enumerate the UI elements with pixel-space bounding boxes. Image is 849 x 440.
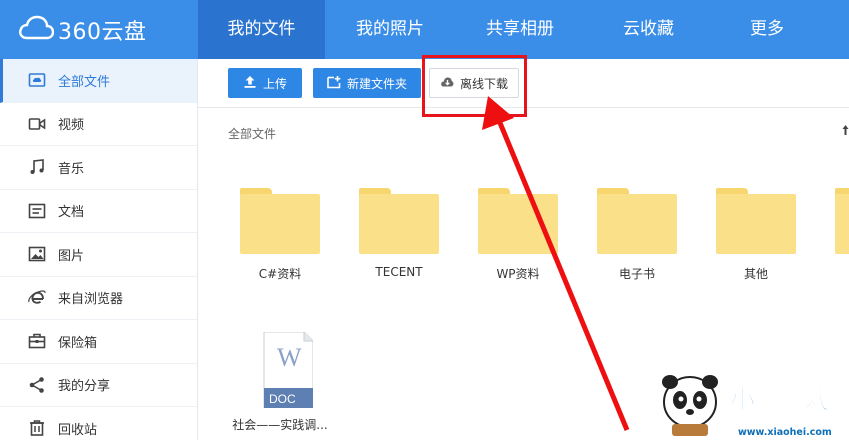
- document-item[interactable]: W DOC 社会——实践调...: [230, 331, 330, 433]
- nav-tab-shared-albums[interactable]: 共享相册: [455, 0, 585, 59]
- word-document-icon: W DOC: [247, 331, 314, 409]
- sidebar-item-my-shares[interactable]: 我的分享: [0, 364, 197, 407]
- cloud-logo-icon: [18, 15, 55, 45]
- new-folder-button[interactable]: 新建文件夹: [313, 68, 421, 98]
- sidebar-item-label: 全部文件: [58, 74, 111, 90]
- sidebar-item-all-files[interactable]: 全部文件: [0, 59, 197, 103]
- nav-tab-my-photos[interactable]: 我的照片: [325, 0, 455, 59]
- folder-icon: [835, 188, 849, 254]
- browser-icon: [27, 288, 47, 308]
- upload-button[interactable]: 上传: [228, 68, 302, 98]
- watermark-logo: 小黑游戏 www.xiaohei.com: [650, 372, 849, 440]
- sidebar-item-label: 来自浏览器: [58, 292, 124, 308]
- top-bar: 360云盘 我的文件 我的照片 共享相册 云收藏 更多: [0, 0, 849, 59]
- sidebar-item-images[interactable]: 图片: [0, 233, 197, 277]
- watermark-brand-text: 小黑游戏: [730, 385, 830, 414]
- sidebar-item-recycle-bin[interactable]: 回收站: [0, 407, 197, 440]
- cloud-drive-icon: [27, 70, 47, 90]
- new-folder-button-label: 新建文件夹: [346, 76, 407, 91]
- sidebar-item-label: 文档: [58, 205, 85, 221]
- document-name: 社会——实践调...: [232, 418, 328, 432]
- upload-button-label: 上传: [262, 76, 287, 91]
- sidebar-item-label: 保险箱: [58, 335, 98, 351]
- music-note-icon: [27, 157, 47, 177]
- doc-badge: DOC: [269, 392, 296, 406]
- folder-item[interactable]: C#资料: [230, 188, 330, 282]
- folder-item[interactable]: WP资料: [468, 188, 568, 282]
- recycle-bin-icon: [27, 418, 47, 438]
- nav-tab-more[interactable]: 更多: [712, 0, 822, 59]
- highlight-box: [422, 55, 527, 117]
- folder-icon: [716, 188, 796, 254]
- sidebar-item-video[interactable]: 视频: [0, 103, 197, 146]
- safe-box-icon: [27, 331, 47, 351]
- sidebar-item-safe-box[interactable]: 保险箱: [0, 320, 197, 364]
- folder-name: 电子书: [618, 267, 655, 281]
- sidebar-item-label: 视频: [58, 118, 85, 134]
- document-icon: [27, 201, 47, 221]
- image-icon: [27, 244, 47, 264]
- folder-name: TECENT: [375, 265, 423, 279]
- nav-tab-cloud-favorites[interactable]: 云收藏: [585, 0, 712, 59]
- sidebar-item-from-browser[interactable]: 来自浏览器: [0, 277, 197, 320]
- sidebar-item-label: 我的分享: [58, 379, 111, 395]
- sidebar-item-music[interactable]: 音乐: [0, 146, 197, 190]
- watermark-url-text: www.xiaohei.com: [738, 427, 832, 438]
- sidebar-item-documents[interactable]: 文档: [0, 190, 197, 233]
- sidebar-item-label: 图片: [58, 248, 85, 264]
- folder-item[interactable]: TECENT: [349, 188, 449, 279]
- sidebar-item-label: 回收站: [58, 422, 98, 438]
- new-folder-icon: [327, 75, 347, 92]
- folder-name: WP资料: [496, 267, 540, 281]
- folder-item[interactable]: 其他: [706, 188, 806, 282]
- main-nav: 我的文件 我的照片 共享相册 云收藏 更多: [198, 0, 822, 59]
- doc-letter: W: [277, 343, 302, 372]
- share-icon: [27, 375, 47, 395]
- video-icon: [27, 114, 47, 134]
- sort-arrow-icon[interactable]: [842, 124, 849, 136]
- folder-item[interactable]: 电子书: [587, 188, 687, 282]
- folder-icon: [359, 188, 439, 254]
- folder-name: C#资料: [258, 267, 302, 281]
- folder-icon: [597, 188, 677, 254]
- app-logo-text: 360云盘: [58, 19, 147, 45]
- sidebar-item-label: 音乐: [58, 161, 85, 177]
- nav-tab-my-files[interactable]: 我的文件: [198, 0, 325, 59]
- breadcrumb: 全部文件: [228, 127, 277, 141]
- folder-name: 其他: [743, 267, 768, 281]
- folder-icon: [240, 188, 320, 254]
- folder-icon: [478, 188, 558, 254]
- folder-item[interactable]: [825, 188, 849, 254]
- sidebar: 全部文件 视频 音乐 文档 图片 来自浏览器 保险箱 我的分享 回收站: [0, 59, 198, 440]
- app-logo[interactable]: 360云盘: [0, 0, 198, 59]
- upload-icon: [243, 75, 263, 92]
